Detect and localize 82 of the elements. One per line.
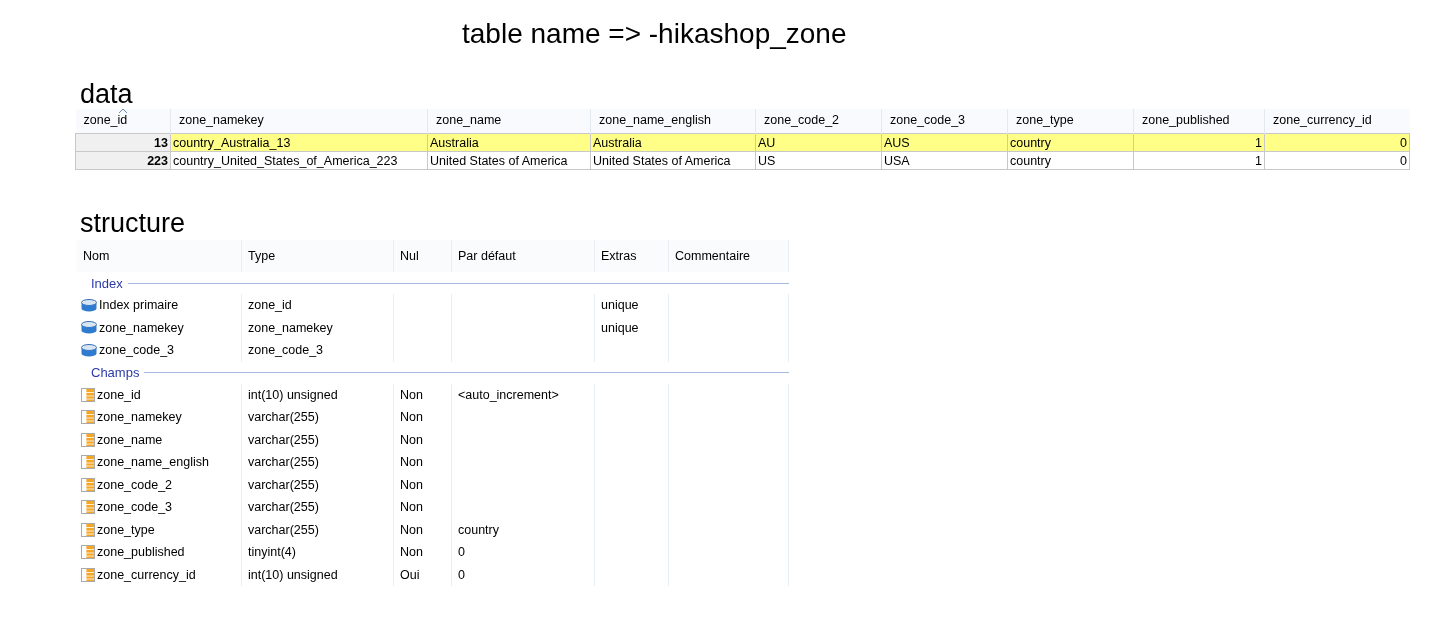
- group-label: Champs: [91, 365, 140, 380]
- column-icon: [81, 545, 95, 560]
- table-cell: AUS: [881, 133, 1008, 152]
- table-cell: zone_currency_id: [97, 567, 196, 582]
- section-heading: data: [80, 79, 134, 109]
- table-cell: varchar(255): [248, 432, 319, 447]
- table-cell: country: [1007, 133, 1134, 152]
- table-cell: 0: [458, 545, 465, 560]
- table-cell: Non: [400, 500, 423, 515]
- column-header[interactable]: Commentaire: [669, 240, 789, 272]
- table-cell: zone_name_english: [97, 455, 209, 470]
- table-cell: country_Australia_13: [170, 133, 428, 152]
- table-cell: Non: [400, 387, 423, 402]
- column-icon: [81, 477, 95, 492]
- table-cell: Non: [400, 455, 423, 470]
- column-header[interactable]: zone_id: [75, 109, 171, 134]
- column-icon: [81, 567, 95, 582]
- table-cell: Non: [400, 477, 423, 492]
- column-header[interactable]: zone_name: [427, 109, 591, 134]
- table-cell: Non: [400, 432, 423, 447]
- column-header[interactable]: zone_currency_id: [1264, 109, 1410, 134]
- table-cell: varchar(255): [248, 522, 319, 537]
- table-cell: unique: [601, 320, 639, 335]
- column-icon: [81, 455, 95, 470]
- index-icon: [81, 321, 97, 335]
- table-cell: varchar(255): [248, 410, 319, 425]
- page-title: table name => -hikashop_zone: [461, 17, 848, 51]
- table-cell: zone_code_2: [97, 477, 173, 492]
- column-header[interactable]: zone_type: [1007, 109, 1134, 134]
- table-cell: 13: [75, 133, 171, 152]
- table-cell: zone_published: [97, 545, 185, 560]
- column-icon: [81, 410, 95, 425]
- table-cell: 0: [458, 567, 465, 582]
- column-header[interactable]: Par défaut: [452, 240, 595, 272]
- table-cell: varchar(255): [248, 477, 319, 492]
- table-cell: zone_code_3: [248, 343, 324, 358]
- table-cell: Australia: [427, 133, 591, 152]
- table-cell: int(10) unsigned: [248, 567, 338, 582]
- column-icon: [81, 432, 95, 447]
- table-cell: 1: [1133, 133, 1265, 152]
- column-header[interactable]: zone_code_2: [755, 109, 882, 134]
- table-cell: AU: [755, 133, 882, 152]
- table-cell: Non: [400, 410, 423, 425]
- table-cell: country: [458, 522, 499, 537]
- column-icon: [81, 522, 95, 537]
- table-cell: zone_namekey: [97, 410, 182, 425]
- table-cell: int(10) unsigned: [248, 387, 338, 402]
- column-header[interactable]: zone_code_3: [881, 109, 1008, 134]
- section-heading: structure: [80, 208, 187, 238]
- table-cell: Australia: [590, 133, 756, 152]
- index-icon: [81, 343, 97, 357]
- group-label: Index: [91, 275, 123, 291]
- column-header[interactable]: Extras: [595, 240, 669, 272]
- column-header[interactable]: zone_published: [1133, 109, 1265, 134]
- column-header[interactable]: zone_name_english: [590, 109, 756, 134]
- table-cell: varchar(255): [248, 455, 319, 470]
- table-cell: zone_code_3: [99, 343, 175, 358]
- table-cell: zone_name: [97, 432, 163, 447]
- table-row[interactable]: 13 country_Australia_13 Australia Australia AU AUS country 1 0: [75, 133, 1410, 152]
- table-cell: zone_code_3: [97, 500, 173, 515]
- column-icon: [81, 500, 95, 515]
- column-header[interactable]: Nom: [77, 240, 242, 272]
- column-header[interactable]: Nul: [394, 240, 452, 272]
- table-cell: Index primaire: [99, 298, 179, 313]
- table-cell: tinyint(4): [248, 545, 296, 560]
- table-cell: 0: [1264, 133, 1410, 152]
- column-header[interactable]: Type: [242, 240, 394, 272]
- table-cell: <auto_increment>: [458, 387, 559, 402]
- table-cell: zone_namekey: [248, 320, 333, 335]
- table-cell: varchar(255): [248, 500, 319, 515]
- table-cell: Non: [400, 545, 423, 560]
- table-cell: zone_type: [97, 522, 155, 537]
- table-cell: unique: [601, 298, 639, 313]
- table-cell: Oui: [400, 567, 420, 582]
- column-icon: [81, 387, 95, 402]
- table-cell: zone_id: [248, 298, 292, 313]
- table-cell: zone_id: [97, 387, 141, 402]
- table-cell: zone_namekey: [99, 320, 184, 335]
- column-header[interactable]: zone_namekey: [170, 109, 428, 134]
- index-icon: [81, 298, 97, 312]
- table-cell: Non: [400, 522, 423, 537]
- table-row[interactable]: 223 country_United_States_of_America_223 United States of America United States of America US USA country 1 0: [75, 151, 1410, 170]
